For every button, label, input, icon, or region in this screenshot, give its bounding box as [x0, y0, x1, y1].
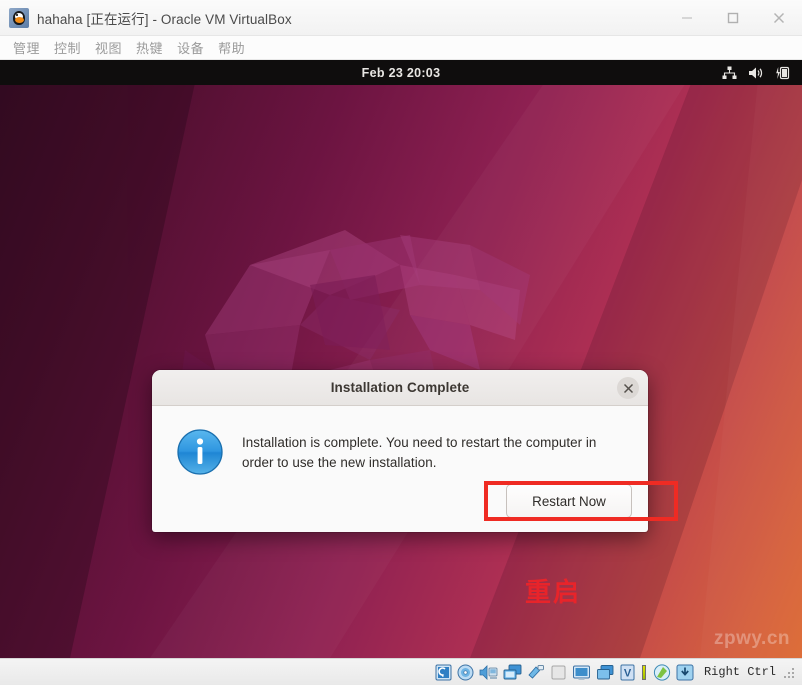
optical-disk-icon[interactable] — [457, 664, 474, 681]
network-wired-icon[interactable] — [722, 66, 737, 80]
dialog-body: Installation is complete. You need to re… — [152, 406, 648, 476]
window-title: hahaha [正在运行] - Oracle VM VirtualBox — [37, 11, 292, 27]
restart-now-button[interactable]: Restart Now — [506, 484, 632, 518]
status-indicator-icons: V — [435, 663, 694, 681]
desktop-wallpaper: zpwy.cn — [0, 60, 802, 658]
audio-icon[interactable] — [479, 664, 498, 681]
host-key-label: Right Ctrl — [703, 665, 776, 679]
virtualbox-status-bar: V Right Ctrl — [0, 658, 802, 685]
annotation-label-restart: 重启 — [525, 578, 582, 608]
dialog-header: Installation Complete — [152, 370, 648, 406]
vm-features-icon[interactable]: V — [620, 664, 635, 681]
close-icon[interactable] — [617, 377, 639, 399]
svg-text:V: V — [624, 667, 632, 679]
ubuntu-top-bar: Feb 23 20:03 — [0, 60, 802, 85]
dialog-message: Installation is complete. You need to re… — [242, 435, 597, 470]
resize-grip-icon[interactable] — [784, 666, 796, 678]
recording-icon[interactable] — [596, 664, 615, 681]
menu-item-help[interactable]: 帮助 — [211, 36, 252, 59]
dialog-footer: Restart Now — [506, 484, 632, 518]
menu-item-hotkeys[interactable]: 热键 — [129, 36, 170, 59]
dialog-title: Installation Complete — [330, 380, 470, 395]
shared-folder-icon[interactable] — [550, 664, 567, 681]
maximize-icon[interactable] — [710, 0, 756, 36]
virtualbox-menu-bar: 管理 控制 视图 热键 设备 帮助 — [0, 36, 802, 60]
mouse-integration-icon[interactable] — [653, 663, 671, 681]
clock[interactable]: Feb 23 20:03 — [362, 66, 441, 80]
virtualbox-window: hahaha [正在运行] - Oracle VM VirtualBox 管理 … — [0, 0, 802, 685]
volume-icon[interactable] — [748, 66, 764, 80]
watermark: zpwy.cn — [714, 628, 790, 649]
info-icon — [176, 428, 224, 476]
battery-charging-icon[interactable] — [775, 66, 790, 80]
menu-item-devices[interactable]: 设备 — [170, 36, 211, 59]
system-tray — [722, 60, 790, 85]
keyboard-capture-icon[interactable] — [676, 664, 694, 681]
installation-complete-dialog: Installation Complete Installation is co… — [152, 370, 648, 532]
menu-item-manage[interactable]: 管理 — [6, 36, 47, 59]
network-icon[interactable] — [503, 664, 522, 681]
usb-icon[interactable] — [527, 664, 545, 681]
window-controls — [664, 0, 802, 36]
menu-item-view[interactable]: 视图 — [88, 36, 129, 59]
menu-item-control[interactable]: 控制 — [47, 36, 88, 59]
virtualbox-penguin-icon — [9, 7, 29, 28]
performance-indicator — [641, 664, 646, 680]
display-icon[interactable] — [572, 664, 591, 681]
hard-disk-icon[interactable] — [435, 664, 452, 681]
host-title-bar: hahaha [正在运行] - Oracle VM VirtualBox — [0, 0, 802, 36]
guest-screen[interactable]: zpwy.cn Feb 23 20:03 Installation Comple… — [0, 60, 802, 658]
minimize-icon[interactable] — [664, 0, 710, 36]
close-icon[interactable] — [756, 0, 802, 36]
